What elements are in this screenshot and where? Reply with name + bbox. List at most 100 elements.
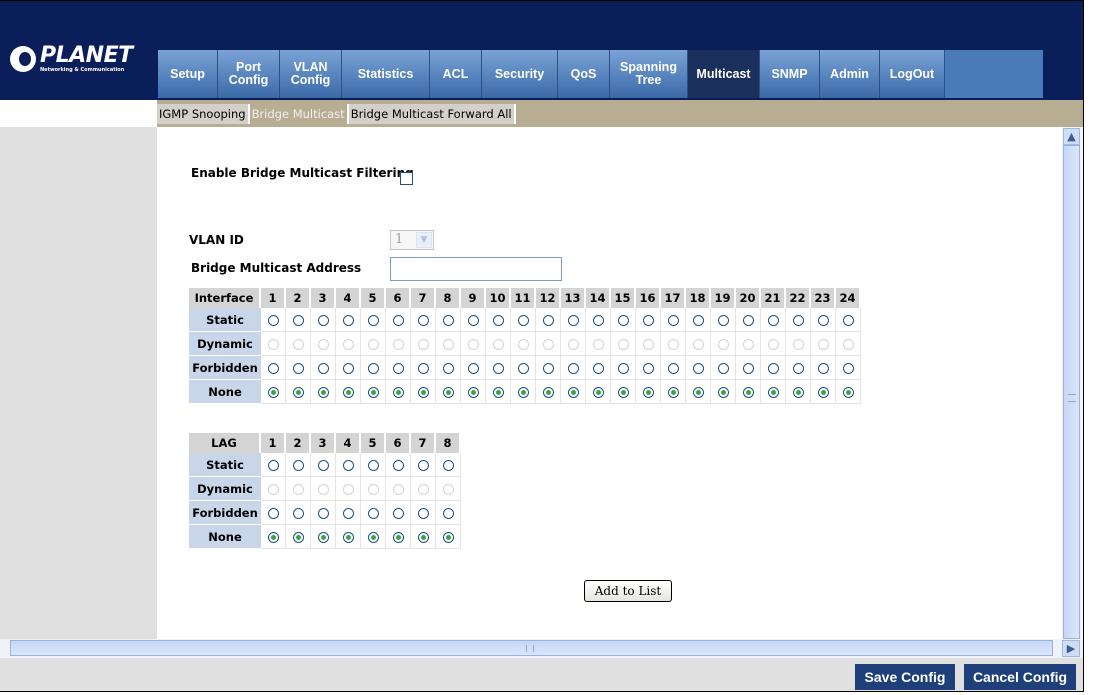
port-radio[interactable] bbox=[317, 460, 329, 471]
port-radio[interactable] bbox=[792, 363, 804, 374]
port-radio[interactable] bbox=[742, 315, 754, 326]
port-radio[interactable] bbox=[567, 315, 579, 326]
subnav-item[interactable]: Bridge Multicast bbox=[249, 104, 349, 124]
nav-item[interactable]: Setup bbox=[158, 50, 218, 98]
port-radio[interactable] bbox=[692, 387, 704, 398]
port-radio[interactable] bbox=[292, 508, 304, 519]
port-radio[interactable] bbox=[317, 508, 329, 519]
port-radio[interactable] bbox=[667, 363, 679, 374]
port-radio[interactable] bbox=[342, 387, 354, 398]
port-radio[interactable] bbox=[317, 363, 329, 374]
port-radio[interactable] bbox=[267, 532, 279, 543]
port-radio[interactable] bbox=[417, 532, 429, 543]
nav-item[interactable]: Port Config bbox=[218, 50, 280, 98]
port-radio[interactable] bbox=[342, 315, 354, 326]
nav-item[interactable]: Multicast bbox=[688, 50, 760, 98]
port-radio[interactable] bbox=[542, 315, 554, 326]
nav-item[interactable]: Statistics bbox=[342, 50, 430, 98]
port-radio[interactable] bbox=[467, 363, 479, 374]
enable-filtering-checkbox[interactable] bbox=[400, 172, 413, 185]
port-radio[interactable] bbox=[842, 315, 854, 326]
add-to-list-button[interactable]: Add to List bbox=[584, 580, 672, 602]
port-radio[interactable] bbox=[417, 387, 429, 398]
port-radio[interactable] bbox=[642, 315, 654, 326]
port-radio[interactable] bbox=[442, 315, 454, 326]
port-radio[interactable] bbox=[392, 315, 404, 326]
port-radio[interactable] bbox=[767, 363, 779, 374]
port-radio[interactable] bbox=[442, 532, 454, 543]
port-radio[interactable] bbox=[717, 363, 729, 374]
port-radio[interactable] bbox=[442, 387, 454, 398]
port-radio[interactable] bbox=[592, 387, 604, 398]
port-radio[interactable] bbox=[642, 387, 654, 398]
port-radio[interactable] bbox=[592, 315, 604, 326]
port-radio[interactable] bbox=[367, 460, 379, 471]
port-radio[interactable] bbox=[742, 387, 754, 398]
port-radio[interactable] bbox=[542, 387, 554, 398]
port-radio[interactable] bbox=[842, 363, 854, 374]
port-radio[interactable] bbox=[367, 363, 379, 374]
port-radio[interactable] bbox=[392, 363, 404, 374]
port-radio[interactable] bbox=[692, 363, 704, 374]
port-radio[interactable] bbox=[817, 315, 829, 326]
port-radio[interactable] bbox=[792, 315, 804, 326]
port-radio[interactable] bbox=[292, 363, 304, 374]
port-radio[interactable] bbox=[367, 508, 379, 519]
port-radio[interactable] bbox=[442, 460, 454, 471]
vertical-scroll-thumb[interactable] bbox=[1063, 145, 1080, 639]
port-radio[interactable] bbox=[267, 460, 279, 471]
port-radio[interactable] bbox=[492, 387, 504, 398]
port-radio[interactable] bbox=[342, 532, 354, 543]
port-radio[interactable] bbox=[592, 363, 604, 374]
port-radio[interactable] bbox=[392, 532, 404, 543]
nav-item[interactable]: QoS bbox=[558, 50, 610, 98]
vertical-scrollbar[interactable]: ▲ bbox=[1062, 127, 1082, 639]
port-radio[interactable] bbox=[317, 532, 329, 543]
cancel-config-button[interactable]: Cancel Config bbox=[964, 664, 1076, 690]
port-radio[interactable] bbox=[267, 508, 279, 519]
port-radio[interactable] bbox=[667, 315, 679, 326]
port-radio[interactable] bbox=[542, 363, 554, 374]
vlan-id-select[interactable]: 1 ▼ bbox=[390, 230, 434, 250]
nav-item[interactable]: Spanning Tree bbox=[610, 50, 688, 98]
port-radio[interactable] bbox=[267, 315, 279, 326]
nav-item[interactable]: LogOut bbox=[880, 50, 945, 98]
horizontal-scrollbar[interactable]: ▶ bbox=[0, 639, 1084, 658]
port-radio[interactable] bbox=[292, 387, 304, 398]
scroll-up-icon[interactable]: ▲ bbox=[1063, 128, 1080, 145]
horizontal-scroll-thumb[interactable] bbox=[10, 640, 1053, 656]
port-radio[interactable] bbox=[617, 315, 629, 326]
port-radio[interactable] bbox=[717, 387, 729, 398]
port-radio[interactable] bbox=[517, 387, 529, 398]
port-radio[interactable] bbox=[342, 460, 354, 471]
scroll-right-icon[interactable]: ▶ bbox=[1062, 640, 1080, 657]
port-radio[interactable] bbox=[467, 387, 479, 398]
port-radio[interactable] bbox=[692, 315, 704, 326]
port-radio[interactable] bbox=[817, 363, 829, 374]
port-radio[interactable] bbox=[367, 315, 379, 326]
port-radio[interactable] bbox=[292, 315, 304, 326]
port-radio[interactable] bbox=[567, 363, 579, 374]
port-radio[interactable] bbox=[817, 387, 829, 398]
port-radio[interactable] bbox=[492, 363, 504, 374]
port-radio[interactable] bbox=[267, 387, 279, 398]
port-radio[interactable] bbox=[417, 508, 429, 519]
port-radio[interactable] bbox=[417, 363, 429, 374]
port-radio[interactable] bbox=[417, 315, 429, 326]
port-radio[interactable] bbox=[742, 363, 754, 374]
port-radio[interactable] bbox=[842, 387, 854, 398]
port-radio[interactable] bbox=[517, 315, 529, 326]
port-radio[interactable] bbox=[567, 387, 579, 398]
port-radio[interactable] bbox=[717, 315, 729, 326]
port-radio[interactable] bbox=[317, 387, 329, 398]
port-radio[interactable] bbox=[367, 387, 379, 398]
port-radio[interactable] bbox=[417, 460, 429, 471]
nav-item[interactable]: VLAN Config bbox=[280, 50, 342, 98]
port-radio[interactable] bbox=[467, 315, 479, 326]
subnav-item[interactable]: IGMP Snooping bbox=[157, 104, 250, 124]
port-radio[interactable] bbox=[767, 387, 779, 398]
port-radio[interactable] bbox=[342, 508, 354, 519]
port-radio[interactable] bbox=[292, 460, 304, 471]
subnav-item[interactable]: Bridge Multicast Forward All bbox=[348, 104, 516, 124]
port-radio[interactable] bbox=[317, 315, 329, 326]
